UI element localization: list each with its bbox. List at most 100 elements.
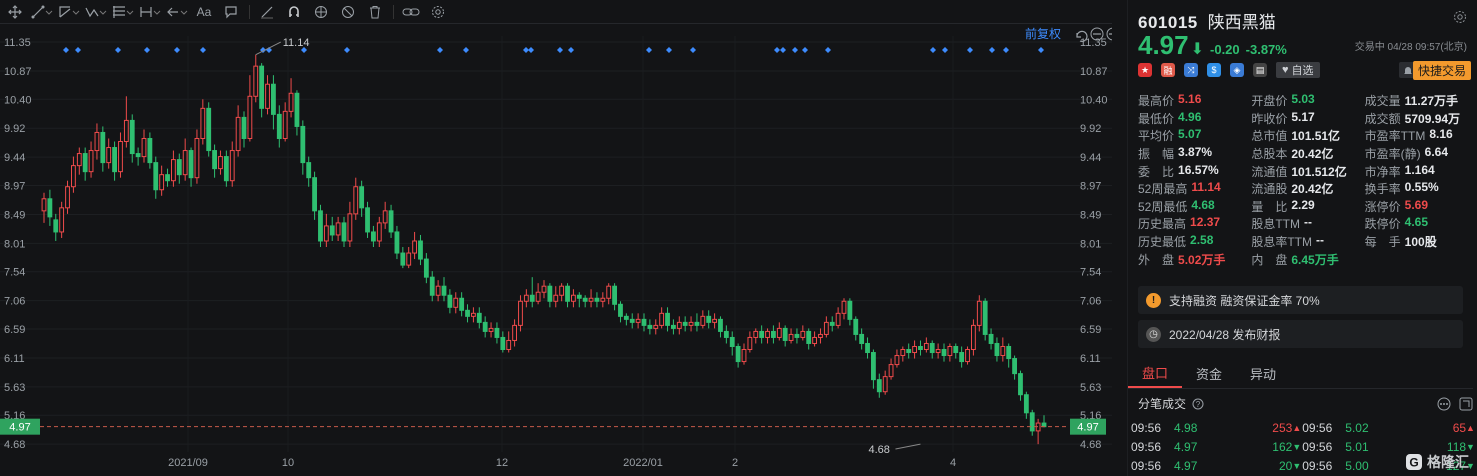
stat-cell: 历史最低 2.58 bbox=[1138, 233, 1251, 250]
settings-icon[interactable] bbox=[427, 1, 449, 23]
zoom-in-icon[interactable] bbox=[1109, 30, 1112, 38]
stat-value: 4.65 bbox=[1404, 215, 1429, 230]
candle-body bbox=[212, 150, 217, 170]
pitchfork-icon[interactable] bbox=[58, 1, 80, 23]
candle-body bbox=[994, 342, 1000, 357]
candle-body bbox=[518, 300, 523, 326]
fib-icon[interactable] bbox=[112, 1, 134, 23]
x-tick-label: 4 bbox=[950, 457, 956, 469]
magnet-icon[interactable] bbox=[283, 1, 305, 23]
connect-icon[interactable]: ⤨ bbox=[1184, 63, 1198, 77]
tab-funds[interactable]: 资金 bbox=[1182, 358, 1236, 388]
stat-cell: 总股本 20.42亿 bbox=[1251, 145, 1364, 162]
ruler-icon[interactable] bbox=[256, 1, 278, 23]
add-watchlist-button[interactable]: ♥ 自选 bbox=[1276, 62, 1320, 78]
margin-banner[interactable]: ! 支持融资 融资保证金率 70% bbox=[1138, 286, 1463, 314]
y-tick-label-left: 8.97 bbox=[4, 181, 25, 193]
candle-body bbox=[688, 321, 694, 326]
candle-body bbox=[435, 285, 441, 296]
dollar-icon[interactable]: $ bbox=[1207, 63, 1221, 77]
report-icon[interactable]: ▤ bbox=[1253, 63, 1267, 77]
candle-body bbox=[918, 345, 923, 351]
candle-body bbox=[900, 349, 906, 357]
more-icon[interactable] bbox=[1437, 397, 1451, 411]
arrow-icon[interactable] bbox=[166, 1, 188, 23]
event-marker-icon bbox=[463, 47, 469, 53]
comment-icon[interactable] bbox=[220, 1, 242, 23]
pattern-icon[interactable] bbox=[85, 1, 107, 23]
candle-body bbox=[723, 330, 729, 338]
stat-cell: 跌停价 4.65 bbox=[1365, 215, 1477, 232]
margin-trading-icon[interactable]: 融 bbox=[1161, 63, 1175, 77]
stat-cell: 流通值 101.512亿 bbox=[1251, 163, 1364, 180]
kline-chart[interactable]: 11.35 11.3510.87 10.8710.40 10.409.92 9.929.… bbox=[0, 24, 1112, 476]
candle-body bbox=[188, 150, 194, 179]
hide-icon[interactable] bbox=[337, 1, 359, 23]
chart-pane[interactable]: Aa 11.35 11.35 10.87 10.87 10.40 10.40 9.92 9.9… bbox=[0, 0, 1112, 476]
candle-body bbox=[706, 315, 712, 323]
stats-row: 外 盘 5.02万手内 盘 6.45万手 bbox=[1138, 250, 1477, 268]
y-tick-label-left: 10.87 bbox=[4, 66, 32, 78]
crosshair-icon[interactable] bbox=[4, 1, 26, 23]
candle-body bbox=[847, 300, 853, 320]
tick-price: 4.98 bbox=[1174, 420, 1198, 435]
adjust-mode-button[interactable]: 前复权 bbox=[1025, 26, 1061, 41]
price-change: -0.20 bbox=[1210, 42, 1240, 57]
triangle-up-icon: ▲ bbox=[1292, 422, 1302, 433]
watermark: G 格隆汇 bbox=[1405, 452, 1469, 472]
event-marker-icon bbox=[792, 47, 798, 53]
report-banner[interactable]: ◷ 2022/04/28 发布财报 bbox=[1138, 320, 1463, 348]
stat-value: 5.07 bbox=[1178, 127, 1202, 142]
china-flag-icon[interactable]: ★ bbox=[1138, 63, 1152, 77]
tick-volume: 162 bbox=[1272, 439, 1293, 454]
margin-text: 支持融资 融资保证金率 70% bbox=[1169, 293, 1320, 308]
candle-body bbox=[1012, 358, 1017, 375]
candle-body bbox=[794, 333, 800, 338]
gear-icon[interactable] bbox=[1453, 10, 1467, 27]
link-icon[interactable] bbox=[400, 1, 422, 23]
y-tick-label-right: 8.01 bbox=[1080, 238, 1101, 250]
stat-label: 成交量 bbox=[1364, 94, 1401, 109]
measure-icon[interactable] bbox=[139, 1, 161, 23]
candle-body bbox=[76, 153, 82, 167]
candle-body bbox=[547, 285, 553, 302]
feature-icons: ★ 融 ⤨ $ ◈ ▤ ♥ 自选 bbox=[1138, 62, 1320, 78]
tab-alerts[interactable]: 异动 bbox=[1236, 358, 1290, 388]
tab-orderbook[interactable]: 盘口 bbox=[1128, 358, 1183, 388]
trash-icon[interactable] bbox=[364, 1, 386, 23]
eye-icon[interactable] bbox=[310, 1, 332, 23]
tag-icon[interactable]: ◈ bbox=[1230, 63, 1244, 77]
stats-row: 历史最高 12.37 股息TTM -- 跌停价 4.65 bbox=[1138, 215, 1477, 233]
stat-value: 5.17 bbox=[1291, 109, 1315, 124]
tick-price: 4.97 bbox=[1174, 458, 1198, 473]
candle-body bbox=[623, 315, 629, 320]
candle-body bbox=[629, 318, 635, 323]
candle-body bbox=[82, 153, 88, 173]
line-tool-icon[interactable] bbox=[31, 1, 53, 23]
text-icon[interactable]: Aa bbox=[193, 1, 215, 23]
svg-text:?: ? bbox=[1196, 400, 1201, 409]
stats-grid: 最高价 5.16 开盘价 5.03 成交量 11.27万手 最低价 4.96 昨收价 5.17 成交… bbox=[1138, 92, 1477, 268]
candle-body bbox=[971, 324, 976, 351]
candle-body bbox=[459, 297, 465, 311]
event-marker-icon bbox=[63, 47, 69, 53]
y-tick-label-left: 11.35 bbox=[4, 37, 31, 49]
tick-volume: 20 bbox=[1278, 458, 1293, 473]
stat-cell: 量 比 2.29 bbox=[1251, 198, 1364, 215]
help-icon[interactable]: ? bbox=[1192, 398, 1204, 410]
candle-body bbox=[1018, 373, 1023, 396]
stat-value: 1.164 bbox=[1404, 162, 1435, 177]
candle-body bbox=[41, 198, 47, 212]
drawing-toolbar: Aa bbox=[0, 0, 1112, 24]
tick-price: 4.97 bbox=[1174, 439, 1198, 454]
current-price-label-left: 4.97 bbox=[9, 422, 30, 434]
candle-body bbox=[976, 300, 982, 326]
low-pointer bbox=[895, 443, 921, 450]
y-tick-label-right: 8.49 bbox=[1080, 209, 1101, 221]
expand-icon[interactable] bbox=[1459, 397, 1473, 411]
quick-trade-button[interactable]: 快捷交易 bbox=[1412, 61, 1471, 80]
candle-body bbox=[171, 159, 176, 182]
candle-body bbox=[823, 321, 829, 335]
stat-value: 4.68 bbox=[1191, 197, 1215, 212]
heart-icon: ♥ bbox=[1282, 64, 1289, 76]
